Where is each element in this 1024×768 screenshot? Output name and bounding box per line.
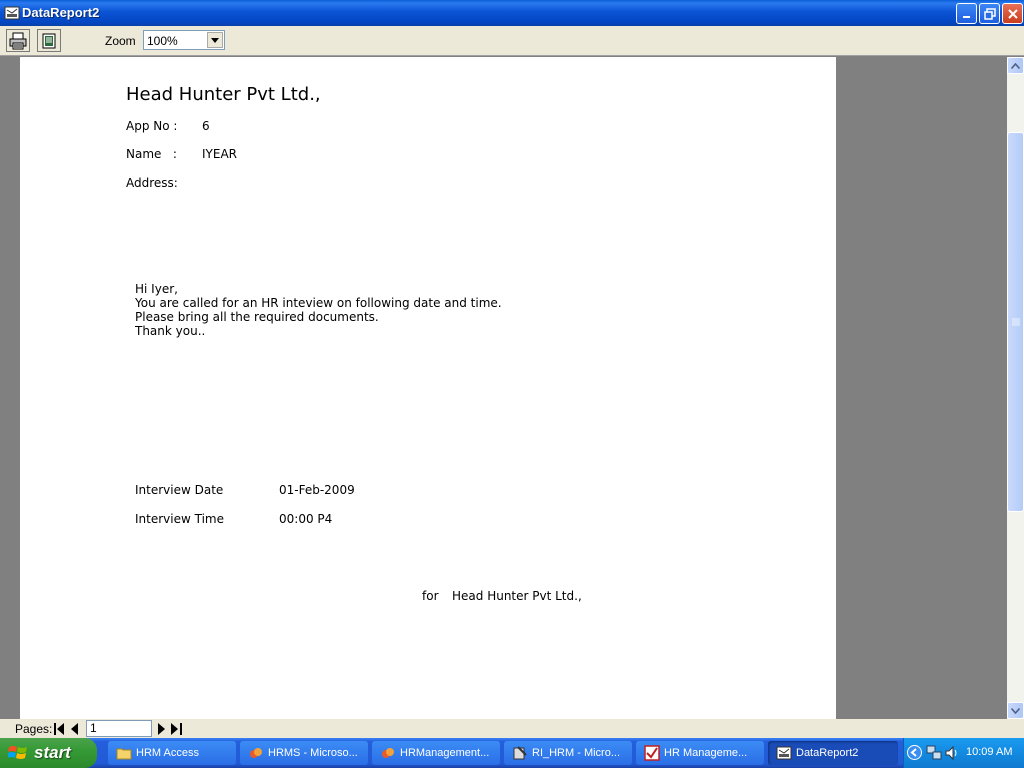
restore-button[interactable] [979, 3, 1000, 24]
signoff-for: for [422, 589, 439, 603]
pages-bar: Pages: 1 [0, 719, 1024, 738]
zoom-dropdown-button[interactable] [207, 32, 223, 48]
chevron-down-icon [1011, 707, 1020, 714]
volume-icon[interactable] [944, 745, 960, 761]
grip-icon [1011, 318, 1020, 326]
restore-icon [983, 7, 996, 20]
report-app-icon [4, 6, 20, 20]
name-value: IYEAR [202, 147, 237, 161]
toolbar: Zoom 100% [0, 26, 1024, 56]
title-bar[interactable]: DataReport2 [0, 0, 1024, 26]
app-no-label: App No : [126, 119, 178, 133]
zoom-select[interactable]: 100% [143, 30, 225, 50]
letter-line: Hi Iyer, [135, 282, 178, 296]
tray-expand-button[interactable] [907, 745, 922, 760]
vertical-scrollbar[interactable] [1007, 57, 1024, 719]
interview-date-value: 01-Feb-2009 [279, 483, 355, 497]
task-label: HRManagement... [400, 747, 490, 759]
name-label: Name : [126, 147, 177, 161]
next-page-icon [158, 722, 165, 735]
task-label: HR Manageme... [664, 747, 748, 759]
task-label: RI_HRM - Micro... [532, 747, 620, 759]
start-button[interactable]: start [0, 738, 97, 768]
close-icon [1007, 8, 1018, 19]
export-button[interactable] [37, 29, 61, 52]
start-label: start [34, 743, 71, 762]
minimize-icon [962, 15, 970, 18]
taskbar-item-datareport2[interactable]: DataReport2 [768, 741, 898, 765]
company-name: Head Hunter Pvt Ltd., [126, 84, 321, 105]
task-label: DataReport2 [796, 747, 859, 759]
print-button[interactable] [6, 29, 30, 52]
interview-time-label: Interview Time [135, 512, 224, 526]
letter-line: Thank you.. [135, 324, 206, 338]
minimize-button[interactable] [956, 3, 977, 24]
tools-icon [513, 746, 527, 760]
clock[interactable]: 10:09 AM [966, 746, 1012, 758]
taskbar: start HRM Access HRMS - Microso... HRMan… [0, 738, 1024, 768]
signoff-company: Head Hunter Pvt Ltd., [452, 589, 582, 603]
scroll-down-button[interactable] [1007, 702, 1024, 719]
page-number-input[interactable]: 1 [86, 720, 152, 737]
taskbar-item-hrm-access[interactable]: HRM Access [108, 741, 236, 765]
last-page-button[interactable] [170, 721, 182, 736]
close-button[interactable] [1002, 3, 1023, 24]
scroll-thumb[interactable] [1007, 132, 1024, 512]
previous-page-icon [71, 722, 78, 735]
letter-line: Please bring all the required documents. [135, 310, 379, 324]
taskbar-item-hrms[interactable]: HRMS - Microso... [240, 741, 368, 765]
first-page-button[interactable] [53, 721, 65, 736]
system-tray: 10:09 AM [903, 738, 1024, 768]
interview-date-label: Interview Date [135, 483, 224, 497]
chevron-left-icon [910, 748, 917, 757]
first-page-icon [53, 722, 64, 735]
app-no-value: 6 [202, 119, 210, 133]
window-title: DataReport2 [22, 5, 100, 20]
address-label: Address: [126, 176, 178, 190]
taskbar-item-hr-manageme[interactable]: HR Manageme... [636, 741, 764, 765]
taskbar-item-hrmanagement[interactable]: HRManagement... [372, 741, 500, 765]
taskbar-item-ri-hrm[interactable]: RI_HRM - Micro... [504, 741, 632, 765]
task-label: HRMS - Microso... [268, 747, 358, 759]
pages-label: Pages: [15, 722, 53, 736]
windows-logo-icon [8, 746, 27, 759]
report-viewport[interactable]: Head Hunter Pvt Ltd., App No : 6 Name : … [0, 57, 1007, 719]
chevron-up-icon [1011, 62, 1020, 69]
chevron-down-icon [211, 37, 219, 43]
vb-icon [382, 748, 394, 758]
export-icon [42, 33, 56, 48]
folder-icon [116, 748, 132, 760]
network-icon[interactable] [926, 745, 942, 761]
scroll-up-button[interactable] [1007, 57, 1024, 74]
checkbox-app-icon [644, 745, 660, 761]
next-page-button[interactable] [156, 721, 168, 736]
letter-line: You are called for an HR inteview on fol… [135, 296, 502, 310]
zoom-label: Zoom [105, 34, 136, 48]
report-page: Head Hunter Pvt Ltd., App No : 6 Name : … [20, 57, 836, 719]
zoom-value: 100% [147, 34, 178, 48]
interview-time-value: 00:00 P4 [279, 512, 333, 526]
vb-icon [250, 748, 262, 758]
task-label: HRM Access [136, 747, 199, 759]
last-page-icon [170, 722, 182, 735]
previous-page-button[interactable] [68, 721, 80, 736]
printer-icon [9, 32, 27, 49]
report-icon [776, 746, 792, 760]
